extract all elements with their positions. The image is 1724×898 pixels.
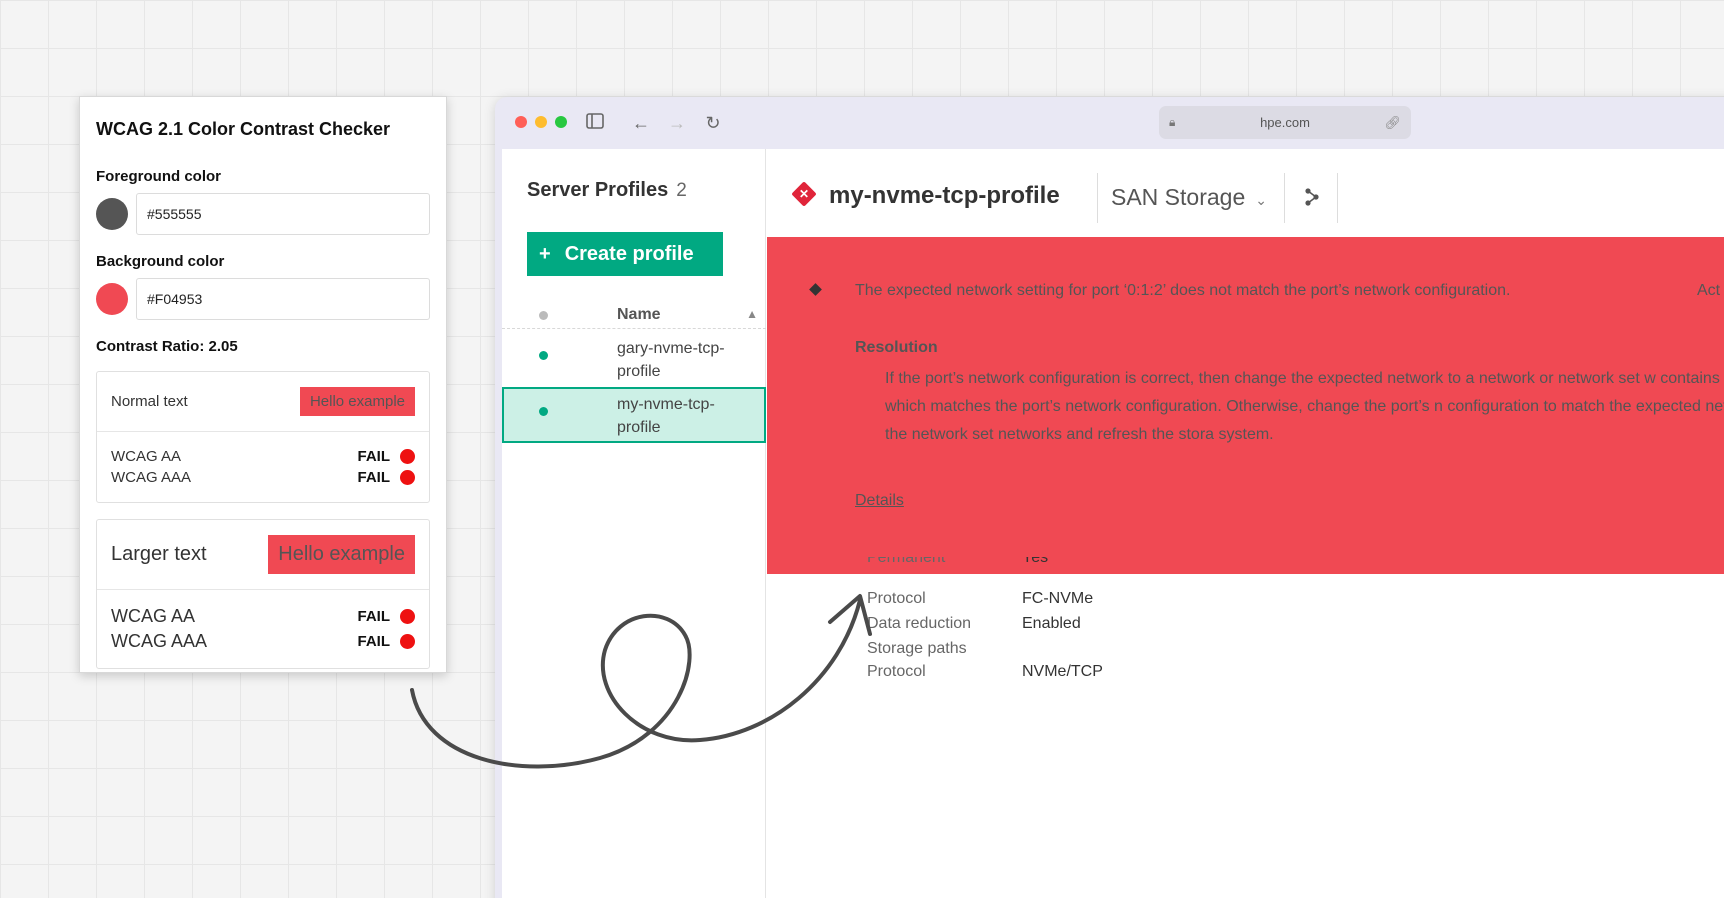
foreground-input[interactable] [136, 193, 430, 235]
profile-detail: ✕ my-nvme-tcp-profile SAN Storage ⌄ The e… [767, 149, 1724, 898]
property-row: Permanent Yes [867, 557, 1267, 571]
result-level: WCAG AA [111, 448, 182, 465]
contrast-checker-panel: WCAG 2.1 Color Contrast Checker Foregrou… [79, 96, 447, 673]
alert-bullet-icon [809, 283, 822, 296]
property-key: Permanent [867, 557, 946, 566]
browser-window: ← → ↻ 🔒︎ hpe.com 🔗︎ Server Profiles 2 + C… [495, 97, 1724, 898]
normal-text-box: Normal text Hello example WCAG AA FAIL W… [96, 371, 430, 503]
checker-title: WCAG 2.1 Color Contrast Checker [96, 119, 391, 139]
divider [1337, 173, 1338, 223]
result-level: WCAG AAA [111, 469, 192, 486]
back-arrow-icon[interactable]: ← [629, 111, 653, 135]
page-title: my-nvme-tcp-profile [829, 182, 1060, 209]
topology-icon[interactable] [1304, 187, 1320, 212]
fail-dot-icon [400, 609, 415, 624]
name-column-header[interactable]: Name [617, 306, 661, 324]
sidebar-toggle-icon[interactable] [583, 111, 607, 135]
status-ok-icon [539, 351, 548, 360]
fail-dot-icon [400, 449, 415, 464]
large-text-label: Larger text [111, 543, 207, 565]
result-row: WCAG AA FAIL [111, 604, 415, 629]
large-text-example: Hello example [268, 535, 415, 574]
link-icon[interactable]: 🔗︎ [1384, 106, 1401, 139]
plus-icon: + [539, 242, 551, 265]
background-row [96, 278, 430, 320]
sidebar-title: Server Profiles 2 [527, 179, 687, 202]
table-header: Name ▲ [502, 301, 766, 329]
table-row-selected[interactable]: my-nvme-tcp-profile [502, 387, 766, 443]
details-link[interactable]: Details [855, 492, 904, 510]
error-alert: The expected network setting for port ‘0… [767, 237, 1724, 574]
property-value: FC-NVMe [1022, 590, 1094, 607]
address-bar[interactable]: 🔒︎ hpe.com 🔗︎ [1159, 106, 1411, 139]
background-swatch[interactable] [96, 283, 128, 315]
server-profiles-sidebar: Server Profiles 2 + Create profile Name ▲… [502, 149, 766, 898]
minimize-window-button[interactable] [535, 116, 547, 128]
result-row: WCAG AA FAIL [111, 446, 415, 467]
result-value: FAIL [357, 633, 391, 650]
profile-count: 2 [676, 180, 687, 201]
result-level: WCAG AA [111, 606, 196, 626]
property-key: Protocol [867, 590, 926, 607]
result-value: FAIL [357, 469, 391, 486]
resolution-body: If the port’s network configuration is c… [885, 370, 1724, 443]
normal-text-example: Hello example [299, 387, 415, 416]
property-key: Data reduction [867, 615, 972, 632]
large-text-box: Larger text Hello example WCAG AA FAIL W… [96, 519, 430, 669]
section-dropdown[interactable]: SAN Storage ⌄ [1111, 184, 1267, 211]
property-value: Enabled [1022, 615, 1081, 632]
property-key: Protocol [867, 663, 926, 680]
result-level: WCAG AAA [111, 631, 208, 651]
create-profile-label: Create profile [564, 242, 694, 265]
url-text: hpe.com [1260, 115, 1310, 130]
section-dropdown-label: SAN Storage [1111, 184, 1246, 210]
normal-text-label: Normal text [111, 393, 188, 410]
profile-name: gary-nvme-tcp-profile [617, 340, 725, 380]
foreground-row [96, 193, 430, 235]
create-profile-button[interactable]: + Create profile [527, 232, 723, 276]
profile-name: my-nvme-tcp-profile [617, 396, 715, 436]
property-value: Yes [1022, 557, 1049, 566]
browser-toolbar: ← → ↻ 🔒︎ hpe.com 🔗︎ [495, 97, 1724, 149]
property-key: Storage paths [867, 640, 967, 657]
lock-icon: 🔒︎ [1169, 115, 1176, 129]
resolution-title: Resolution [855, 339, 938, 356]
fail-dot-icon [400, 634, 415, 649]
fail-dot-icon [400, 470, 415, 485]
sort-ascending-icon[interactable]: ▲ [746, 307, 758, 321]
foreground-label: Foreground color [96, 168, 221, 185]
critical-status-icon: ✕ [791, 181, 817, 207]
result-row: WCAG AAA FAIL [111, 629, 415, 654]
result-row: WCAG AAA FAIL [111, 467, 415, 488]
alert-action[interactable]: Act [1697, 282, 1720, 300]
status-ok-icon [539, 407, 548, 416]
property-value: NVMe/TCP [1022, 663, 1103, 680]
background-label: Background color [96, 253, 225, 270]
contrast-ratio: Contrast Ratio: 2.05 [96, 338, 238, 355]
zoom-window-button[interactable] [555, 116, 567, 128]
detail-header: ✕ my-nvme-tcp-profile SAN Storage ⌄ [767, 149, 1724, 237]
reload-icon[interactable]: ↻ [701, 111, 725, 135]
table-row[interactable]: gary-nvme-tcp-profile [502, 329, 766, 387]
foreground-swatch[interactable] [96, 198, 128, 230]
divider [1097, 173, 1098, 223]
background-input[interactable] [136, 278, 430, 320]
close-window-button[interactable] [515, 116, 527, 128]
result-value: FAIL [357, 608, 391, 625]
result-value: FAIL [357, 448, 391, 465]
forward-arrow-icon[interactable]: → [665, 111, 689, 135]
sidebar-title-text: Server Profiles [527, 179, 669, 201]
page-content: Server Profiles 2 + Create profile Name ▲… [502, 149, 1724, 898]
divider [1284, 173, 1285, 223]
status-column-icon [539, 311, 548, 320]
chevron-down-icon: ⌄ [1255, 192, 1267, 208]
window-controls [515, 116, 567, 128]
alert-message: The expected network setting for port ‘0… [855, 282, 1511, 299]
